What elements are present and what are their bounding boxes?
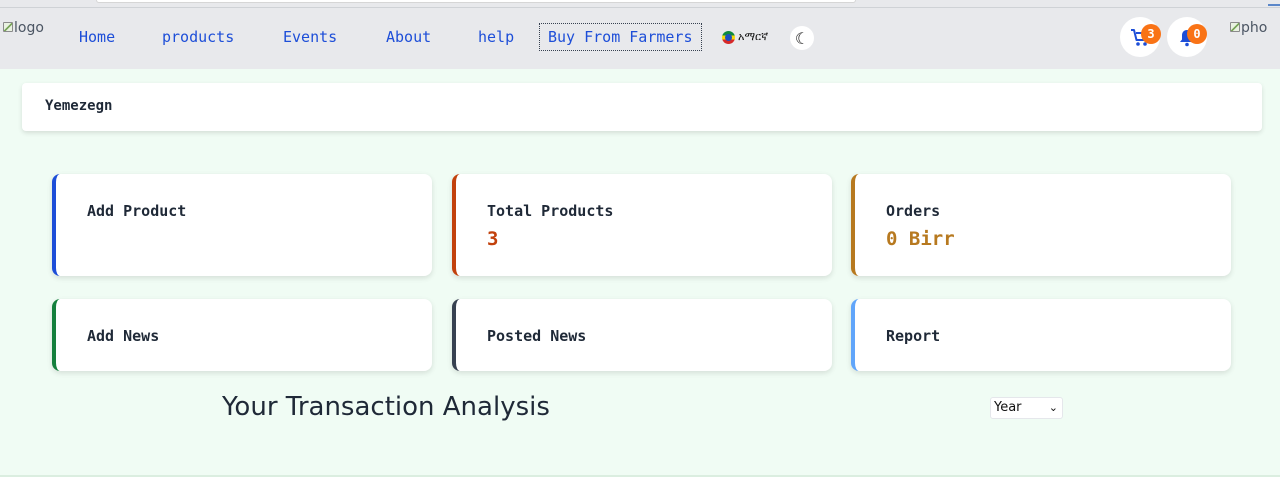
browser-corner-icon xyxy=(1268,0,1280,6)
card-title: Report xyxy=(886,327,941,345)
logo[interactable]: logo xyxy=(3,20,44,36)
posted-news-card[interactable]: Posted News xyxy=(452,299,832,371)
broken-image-icon xyxy=(3,22,13,32)
language-label: አማርኛ xyxy=(738,30,769,43)
logo-alt-text: logo xyxy=(14,20,44,36)
nav-link-home[interactable]: Home xyxy=(79,28,115,46)
address-bar-edge xyxy=(96,0,856,3)
avatar-alt-text: pho xyxy=(1241,20,1268,36)
orders-value: 0 Birr xyxy=(886,228,955,250)
language-switcher[interactable]: አማርኛ xyxy=(722,30,768,44)
total-products-card[interactable]: Total Products 3 xyxy=(452,174,832,276)
add-news-card[interactable]: Add News xyxy=(52,299,432,371)
card-title: Add News xyxy=(87,327,160,345)
broken-image-icon xyxy=(1230,22,1240,32)
notification-button[interactable]: 0 xyxy=(1167,17,1207,57)
nav-link-events[interactable]: Events xyxy=(283,28,337,46)
period-select[interactable]: Year ⌄ xyxy=(990,397,1063,419)
card-title: Add Product xyxy=(87,202,187,220)
avatar[interactable]: pho xyxy=(1230,20,1267,36)
nav-link-products[interactable]: products xyxy=(162,28,234,46)
card-title: Posted News xyxy=(487,327,587,345)
navbar: logo Home products Events About help Buy… xyxy=(0,7,1280,69)
orders-card[interactable]: Orders 0 Birr xyxy=(851,174,1231,276)
add-product-card[interactable]: Add Product xyxy=(52,174,432,276)
brand-name: Yemezegn xyxy=(45,98,113,114)
moon-icon: ☾ xyxy=(794,28,810,48)
card-title: Orders xyxy=(886,202,941,220)
card-title: Total Products xyxy=(487,202,614,220)
chevron-down-icon: ⌄ xyxy=(1048,401,1058,414)
nav-link-help[interactable]: help xyxy=(478,28,514,46)
brand-header-card: Yemezegn xyxy=(22,83,1262,131)
total-products-value: 3 xyxy=(487,228,499,250)
cart-count-badge: 3 xyxy=(1141,24,1161,44)
period-select-value: Year xyxy=(994,400,1022,415)
cart-button[interactable]: 3 xyxy=(1120,17,1161,57)
transaction-analysis-title: Your Transaction Analysis xyxy=(222,392,550,422)
report-card[interactable]: Report xyxy=(851,299,1231,371)
nav-link-about[interactable]: About xyxy=(386,28,431,46)
ethiopia-flag-icon xyxy=(722,30,735,44)
notification-count-badge: 0 xyxy=(1187,24,1207,44)
theme-toggle-button[interactable]: ☾ xyxy=(790,26,814,50)
buy-from-farmers-link[interactable]: Buy From Farmers xyxy=(539,23,702,51)
